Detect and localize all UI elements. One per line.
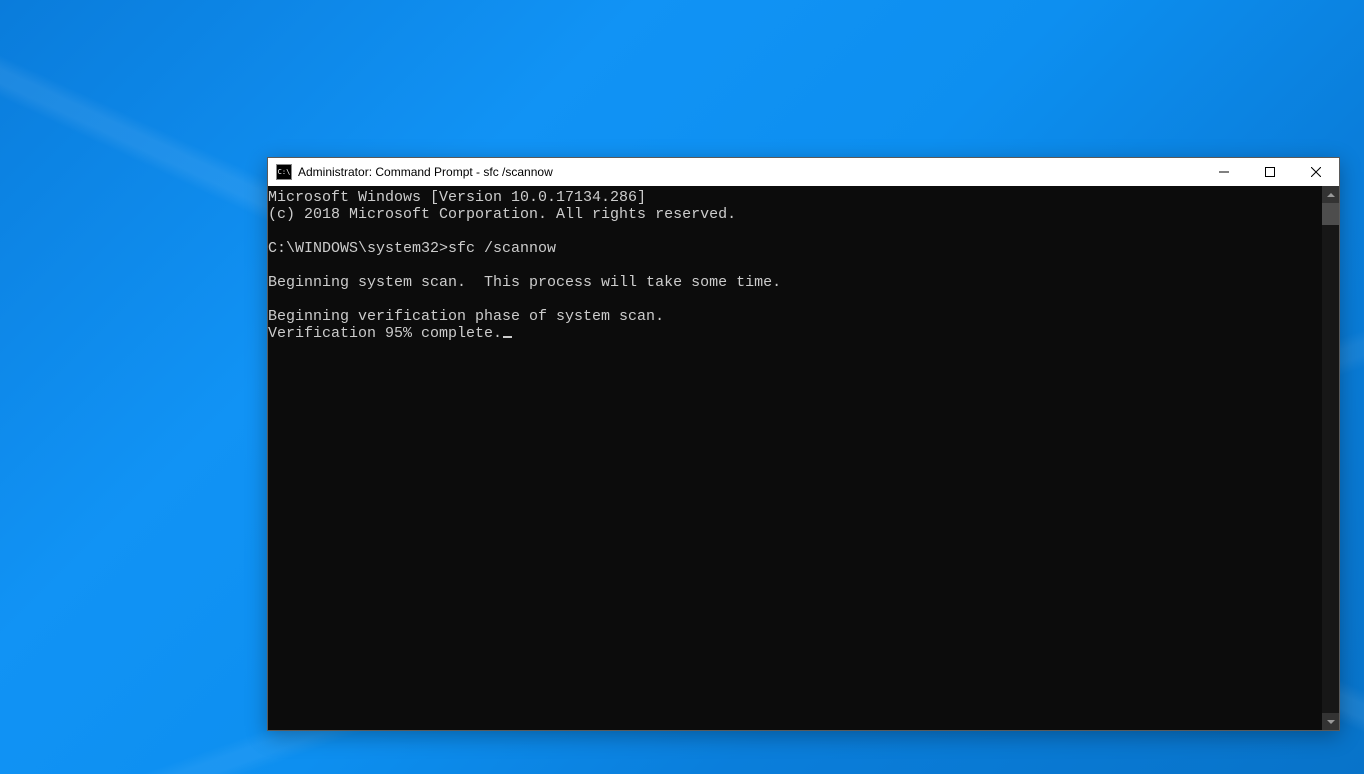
command-prompt-window: C:\ Administrator: Command Prompt - sfc … [267, 157, 1340, 731]
console-client-area: Microsoft Windows [Version 10.0.17134.28… [268, 186, 1339, 730]
vertical-scrollbar[interactable] [1322, 186, 1339, 730]
console-prompt-line: C:\WINDOWS\system32>sfc /scannow [268, 240, 556, 257]
window-controls [1201, 158, 1339, 186]
minimize-button[interactable] [1201, 158, 1247, 186]
scroll-track[interactable] [1322, 203, 1339, 713]
scroll-thumb[interactable] [1322, 203, 1339, 225]
cmd-icon: C:\ [276, 164, 292, 180]
chevron-up-icon [1327, 193, 1335, 197]
maximize-button[interactable] [1247, 158, 1293, 186]
console-line: (c) 2018 Microsoft Corporation. All righ… [268, 206, 736, 223]
chevron-down-icon [1327, 720, 1335, 724]
window-titlebar[interactable]: C:\ Administrator: Command Prompt - sfc … [268, 158, 1339, 186]
console-line: Beginning verification phase of system s… [268, 308, 664, 325]
console-line: Microsoft Windows [Version 10.0.17134.28… [268, 189, 646, 206]
console-line: Verification 95% complete. [268, 325, 502, 342]
scroll-down-button[interactable] [1322, 713, 1339, 730]
window-title: Administrator: Command Prompt - sfc /sca… [298, 165, 553, 179]
minimize-icon [1219, 167, 1229, 177]
scroll-up-button[interactable] [1322, 186, 1339, 203]
console-line: Beginning system scan. This process will… [268, 274, 781, 291]
maximize-icon [1265, 167, 1275, 177]
close-icon [1311, 167, 1321, 177]
text-cursor [503, 336, 512, 338]
console-output[interactable]: Microsoft Windows [Version 10.0.17134.28… [268, 186, 1322, 730]
close-button[interactable] [1293, 158, 1339, 186]
